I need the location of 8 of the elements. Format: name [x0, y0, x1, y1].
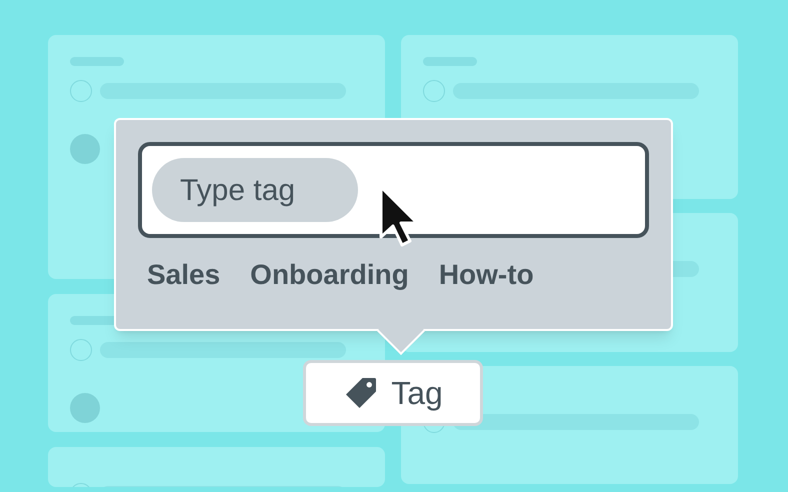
tag-input[interactable]: Type tag [180, 168, 330, 212]
skeleton-bar [423, 57, 477, 66]
tag-suggestion[interactable]: Onboarding [250, 254, 409, 296]
tag-button[interactable]: Tag [303, 360, 483, 426]
tag-input-field[interactable]: Type tag [152, 158, 358, 222]
tag-suggestion[interactable]: How-to [438, 254, 534, 296]
tag-suggestion[interactable]: Sales [147, 254, 220, 296]
skeleton-bar [70, 57, 124, 66]
